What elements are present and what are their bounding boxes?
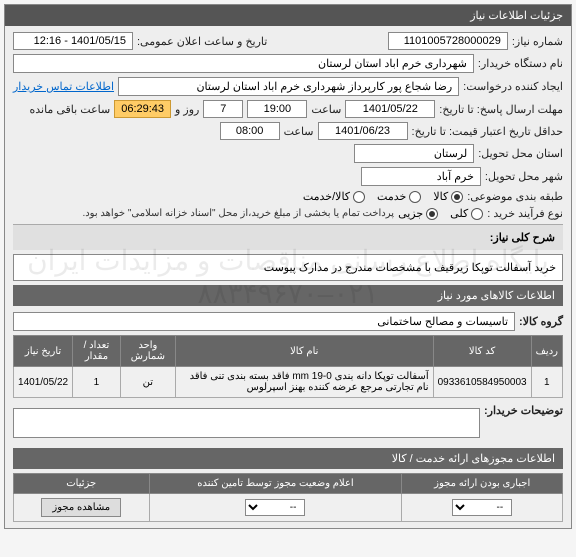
province-label: استان محل تحویل: (478, 147, 563, 160)
row-buy-type: نوع فرآیند خرید : کلی جزیی پرداخت تمام ی… (13, 207, 563, 220)
cell-status: -- (149, 494, 402, 522)
row-province: استان محل تحویل: لرستان (13, 144, 563, 163)
class-both-label: کالا/خدمت (303, 190, 350, 203)
countdown: 06:29:43 (114, 100, 171, 118)
class-service-label: خدمت (377, 190, 406, 203)
buyer-field: شهرداری خرم اباد استان لرستان (13, 54, 474, 73)
announce-field: 1401/05/15 - 12:16 (13, 32, 133, 50)
permits-header-row: اجباری بودن ارائه مجوز اعلام وضعیت مجوز … (14, 474, 563, 494)
need-no-field: 1101005728000029 (388, 32, 508, 50)
buy-partial-label: جزیی (398, 207, 423, 220)
row-validity: حداقل تاریخ اعتبار قیمت: تا تاریخ: 1401/… (13, 122, 563, 140)
class-both-radio[interactable]: کالا/خدمت (303, 190, 365, 203)
deadline-time: 19:00 (247, 100, 307, 118)
radio-icon (471, 208, 483, 220)
class-group: کالا خدمت کالا/خدمت (303, 190, 463, 203)
days-word: روز و (175, 103, 199, 116)
buy-type-label: نوع فرآیند خرید : (487, 207, 563, 220)
payment-note: پرداخت تمام یا بخشی از مبلغ خرید،از محل … (82, 208, 394, 219)
radio-icon (353, 191, 365, 203)
buyer-label: نام دستگاه خریدار: (478, 57, 563, 70)
buy-total-radio[interactable]: کلی (450, 207, 483, 220)
time-label-1: ساعت (311, 103, 341, 116)
table-row: 1 0933610584950003 آسفالت توپکا دانه بند… (14, 367, 563, 398)
group-label: گروه کالا: (519, 315, 563, 328)
cell-unit: تن (120, 367, 175, 398)
city-label: شهر محل تحویل: (485, 170, 563, 183)
cell-details: مشاهده مجوز (14, 494, 150, 522)
desc-field: خرید آسفالت توپکا زیرقیف با مشخصات مندرج… (13, 254, 563, 281)
announce-label: تاریخ و ساعت اعلان عمومی: (137, 35, 267, 48)
cell-idx: 1 (531, 367, 562, 398)
row-group: گروه کالا: تاسیسات و مصالح ساختمانی (13, 312, 563, 331)
col-code: کد کالا (433, 336, 531, 367)
goods-header: اطلاعات کالاهای مورد نیاز (13, 285, 563, 306)
row-requester: ایجاد کننده درخواست: رضا شجاع پور کارپرد… (13, 77, 563, 96)
goods-table: ردیف کد کالا نام کالا واحد شمارش تعداد /… (13, 335, 563, 398)
row-city: شهر محل تحویل: خرم آباد (13, 167, 563, 186)
validity-date: 1401/06/23 (318, 122, 408, 140)
permits-header: اطلاعات مجوزهای ارائه خدمت / کالا (13, 448, 563, 469)
col-idx: ردیف (531, 336, 562, 367)
contact-link[interactable]: اطلاعات تماس خریدار (13, 80, 114, 93)
col-details: جزئیات (14, 474, 150, 494)
requester-label: ایجاد کننده درخواست: (463, 80, 563, 93)
remarks-field (13, 408, 480, 438)
days-left: 7 (203, 100, 243, 118)
time-label-2: ساعت (284, 125, 314, 138)
row-deadline: مهلت ارسال پاسخ: تا تاریخ: 1401/05/22 سا… (13, 100, 563, 118)
radio-icon (409, 191, 421, 203)
col-date: تاریخ نیاز (14, 336, 73, 367)
validity-label: حداقل تاریخ اعتبار قیمت: تا تاریخ: (412, 125, 563, 138)
cell-date: 1401/05/22 (14, 367, 73, 398)
status-select[interactable]: -- (245, 499, 305, 516)
need-no-label: شماره نیاز: (512, 35, 563, 48)
province-field: لرستان (354, 144, 474, 163)
class-service-radio[interactable]: خدمت (377, 190, 421, 203)
col-mandatory: اجباری بودن ارائه مجوز (402, 474, 563, 494)
cell-mandatory: -- (402, 494, 563, 522)
row-classification: طبقه بندی موضوعی: کالا خدمت کالا/خدمت (13, 190, 563, 203)
class-label: طبقه بندی موضوعی: (467, 190, 563, 203)
permits-table: اجباری بودن ارائه مجوز اعلام وضعیت مجوز … (13, 473, 563, 522)
mandatory-select[interactable]: -- (452, 499, 512, 516)
cell-code: 0933610584950003 (433, 367, 531, 398)
details-panel: جزئیات اطلاعات نیاز پایگاه اطلاع رسانی م… (4, 4, 572, 529)
countdown-suffix: ساعت باقی مانده (29, 103, 110, 116)
permits-row: -- -- مشاهده مجوز (14, 494, 563, 522)
col-name: نام کالا (175, 336, 433, 367)
group-field: تاسیسات و مصالح ساختمانی (13, 312, 515, 331)
panel-title: جزئیات اطلاعات نیاز (5, 5, 571, 26)
city-field: خرم آباد (361, 167, 481, 186)
buy-partial-radio[interactable]: جزیی (398, 207, 438, 220)
cell-name: آسفالت توپکا دانه بندی 0-19 mm فاقد بسته… (175, 367, 433, 398)
row-need-no: شماره نیاز: 1101005728000029 تاریخ و ساع… (13, 32, 563, 50)
requester-field: رضا شجاع پور کارپرداز شهرداری خرم اباد ا… (118, 77, 459, 96)
validity-time: 08:00 (220, 122, 280, 140)
class-goods-radio[interactable]: کالا (433, 190, 463, 203)
radio-icon (426, 208, 438, 220)
deadline-label: مهلت ارسال پاسخ: تا تاریخ: (439, 103, 563, 116)
row-buyer: نام دستگاه خریدار: شهرداری خرم اباد استا… (13, 54, 563, 73)
remarks-label: توضیحات خریدار: (484, 404, 563, 417)
class-goods-label: کالا (433, 190, 448, 203)
col-unit: واحد شمارش (120, 336, 175, 367)
view-permit-button[interactable]: مشاهده مجوز (41, 498, 121, 517)
row-remarks: توضیحات خریدار: (13, 404, 563, 442)
col-qty: تعداد / مقدار (73, 336, 121, 367)
table-header-row: ردیف کد کالا نام کالا واحد شمارش تعداد /… (14, 336, 563, 367)
buy-total-label: کلی (450, 207, 468, 220)
col-status: اعلام وضعیت مجوز توسط تامین کننده (149, 474, 402, 494)
deadline-date: 1401/05/22 (345, 100, 435, 118)
buy-type-group: کلی جزیی (398, 207, 483, 220)
cell-qty: 1 (73, 367, 121, 398)
radio-icon (451, 191, 463, 203)
panel-body: پایگاه اطلاع رسانی مناقصات و مزایدات ایر… (5, 26, 571, 528)
desc-label: شرح کلی نیاز: (13, 224, 563, 250)
